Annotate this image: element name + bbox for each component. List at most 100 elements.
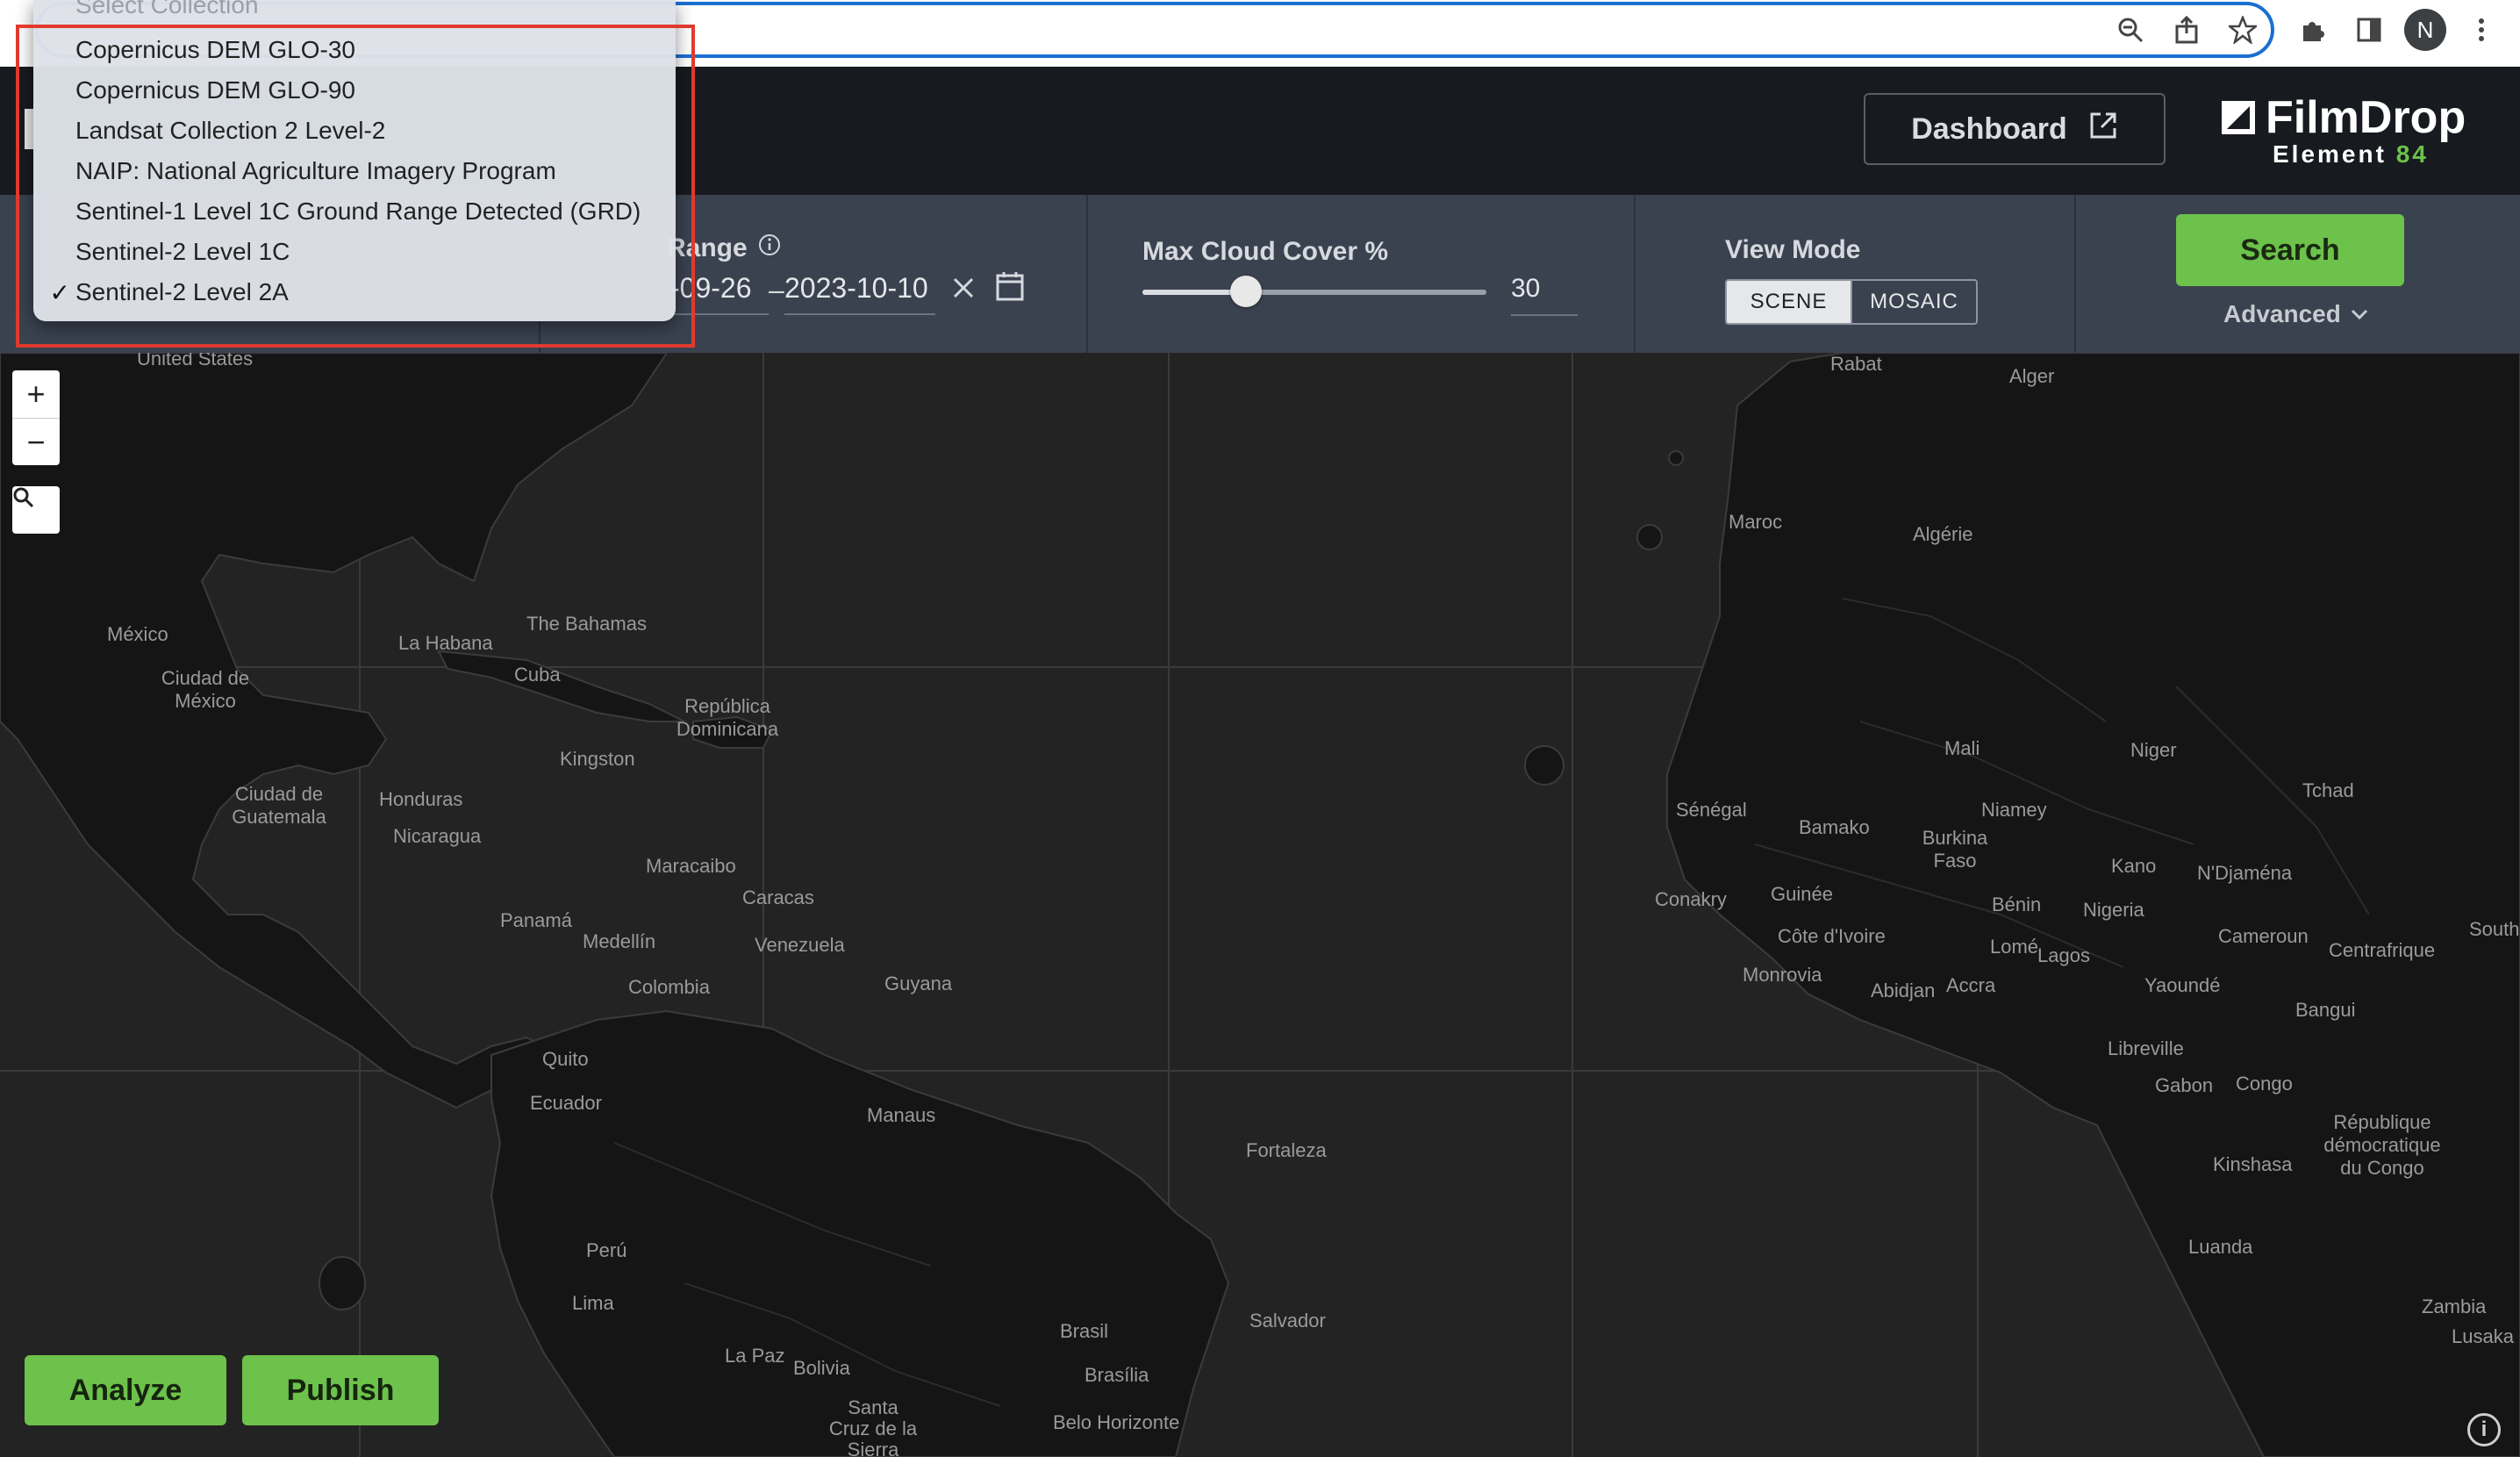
map-label: Centrafrique — [2329, 939, 2436, 961]
zoom-icon[interactable] — [2113, 12, 2148, 47]
map-label: Niger — [2130, 739, 2177, 761]
date-range-label: Range — [667, 233, 748, 262]
collection-option[interactable]: Sentinel-1 Level 1C Ground Range Detecte… — [33, 191, 676, 232]
map-label: Mali — [1944, 737, 1980, 759]
zoom-out-button[interactable]: − — [12, 418, 60, 465]
date-end-input[interactable]: 2023-10-10 — [784, 272, 935, 315]
map-view[interactable]: United States México Ciudad de México La… — [0, 353, 2520, 1457]
search-button[interactable]: Search — [2176, 214, 2404, 286]
map-label: Lagos — [2037, 944, 2090, 966]
map-label: Nigeria — [2083, 899, 2144, 921]
collection-option[interactable]: Landsat Collection 2 Level-2 — [33, 111, 676, 151]
map-label: La Paz — [725, 1345, 785, 1367]
map-label: República Dominicana — [676, 695, 779, 740]
collection-option[interactable]: Sentinel-2 Level 1C — [33, 232, 676, 272]
map-label: Libreville — [2108, 1037, 2184, 1059]
map-label: Brasília — [1085, 1364, 1149, 1386]
cloud-cover-slider[interactable] — [1142, 276, 1486, 307]
collection-dropdown: Select Collection Copernicus DEM GLO-30 C… — [33, 0, 676, 321]
map-label: Congo — [2236, 1073, 2293, 1095]
filter-divider — [1086, 195, 1088, 353]
map-label: Maracaibo — [646, 855, 736, 877]
collection-option[interactable]: Copernicus DEM GLO-90 — [33, 70, 676, 111]
avatar-letter: N — [2416, 16, 2434, 43]
map-label: Perú — [586, 1239, 627, 1261]
advanced-toggle[interactable]: Advanced — [2223, 300, 2369, 328]
map-info-icon[interactable]: i — [2467, 1413, 2501, 1446]
filmdrop-logo: FilmDrop Element 84 — [2220, 91, 2492, 170]
map-label: Alger — [2009, 365, 2055, 387]
mosaic-button[interactable]: MOSAIC — [1851, 281, 1976, 323]
search-icon — [13, 487, 34, 508]
map-label: Burkina Faso — [1922, 827, 1988, 872]
map-label: México — [107, 623, 168, 645]
date-start-input[interactable]: -09-26 — [670, 272, 769, 315]
check-icon: ✓ — [49, 278, 70, 306]
clear-date-icon[interactable] — [949, 274, 977, 306]
map-label: Bamako — [1799, 816, 1870, 838]
map-label: Kinshasa — [2213, 1153, 2293, 1175]
info-icon[interactable] — [758, 233, 781, 263]
map-label: Monrovia — [1743, 964, 1822, 986]
brand-sub: Element — [2273, 140, 2387, 168]
map-label: Quito — [542, 1048, 589, 1070]
map-label: Cuba — [514, 664, 561, 685]
collection-placeholder: Select Collection — [75, 0, 259, 18]
collection-option[interactable]: NAIP: National Agriculture Imagery Progr… — [33, 151, 676, 191]
map-label: Accra — [1946, 974, 1996, 996]
menu-icon[interactable] — [2464, 12, 2499, 47]
map-label: Guinée — [1771, 883, 1833, 905]
calendar-icon[interactable] — [995, 270, 1025, 306]
map-label: Belo Horizonte — [1053, 1411, 1180, 1433]
map-label: Ciudad de México — [161, 667, 250, 712]
map-label: Fortaleza — [1246, 1139, 1327, 1161]
map-label: Yaoundé — [2144, 974, 2221, 996]
collection-option-label: Sentinel-1 Level 1C Ground Range Detecte… — [75, 197, 641, 225]
sidepanel-icon[interactable] — [2352, 12, 2387, 47]
map-label: Kingston — [560, 748, 635, 770]
map-label: Manaus — [867, 1104, 936, 1126]
filter-divider — [2074, 195, 2076, 353]
analyze-button[interactable]: Analyze — [25, 1355, 226, 1425]
publish-button[interactable]: Publish — [242, 1355, 439, 1425]
map-label: Panamá — [500, 909, 572, 931]
map-label: Bangui — [2295, 999, 2356, 1021]
collection-option[interactable]: ✓ Sentinel-2 Level 2A — [33, 272, 676, 312]
map-label: Ecuador — [530, 1092, 602, 1114]
map-label: Lima — [572, 1292, 614, 1314]
map-label: Abidjan — [1871, 980, 1936, 1001]
map-label: Luanda — [2188, 1236, 2253, 1258]
map-label: United States — [137, 353, 254, 370]
profile-avatar[interactable]: N — [2404, 9, 2446, 51]
map-label: The Bahamas — [526, 613, 647, 635]
collection-option-label: Sentinel-2 Level 1C — [75, 238, 290, 265]
date-range-label-group: Range — [667, 233, 781, 263]
collection-option-label: Copernicus DEM GLO-30 — [75, 36, 356, 63]
map-label: Algérie — [1913, 523, 1973, 545]
map-label: Nicaragua — [393, 825, 482, 847]
slider-thumb[interactable] — [1229, 276, 1262, 307]
map-label: République démocratique du Congo — [2323, 1111, 2441, 1179]
share-icon[interactable] — [2169, 12, 2204, 47]
external-link-icon — [2088, 111, 2118, 148]
dashboard-button[interactable]: Dashboard — [1864, 93, 2166, 165]
map-label: Sénégal — [1676, 799, 1747, 821]
header-logo-fragment — [25, 109, 33, 149]
scene-button[interactable]: SCENE — [1727, 281, 1851, 323]
dashboard-label: Dashboard — [1911, 111, 2067, 146]
filter-divider — [1634, 195, 1636, 353]
star-icon[interactable] — [2225, 12, 2260, 47]
extensions-icon[interactable] — [2295, 12, 2330, 47]
view-mode-label: View Mode — [1725, 235, 1861, 264]
map-label: Santa Cruz de la Sierra — [828, 1396, 918, 1457]
map-search-button[interactable] — [12, 486, 60, 534]
zoom-in-button[interactable]: + — [12, 370, 60, 418]
cloud-cover-input[interactable]: 30 — [1511, 274, 1578, 316]
advanced-label: Advanced — [2223, 300, 2341, 327]
map-label: Honduras — [379, 788, 463, 810]
map-label: Venezuela — [755, 934, 845, 956]
filmdrop-logo-icon — [2222, 101, 2255, 134]
collection-option-label: Landsat Collection 2 Level-2 — [75, 117, 386, 144]
brand-name: FilmDrop — [2266, 92, 2466, 143]
collection-option[interactable]: Copernicus DEM GLO-30 — [33, 30, 676, 70]
